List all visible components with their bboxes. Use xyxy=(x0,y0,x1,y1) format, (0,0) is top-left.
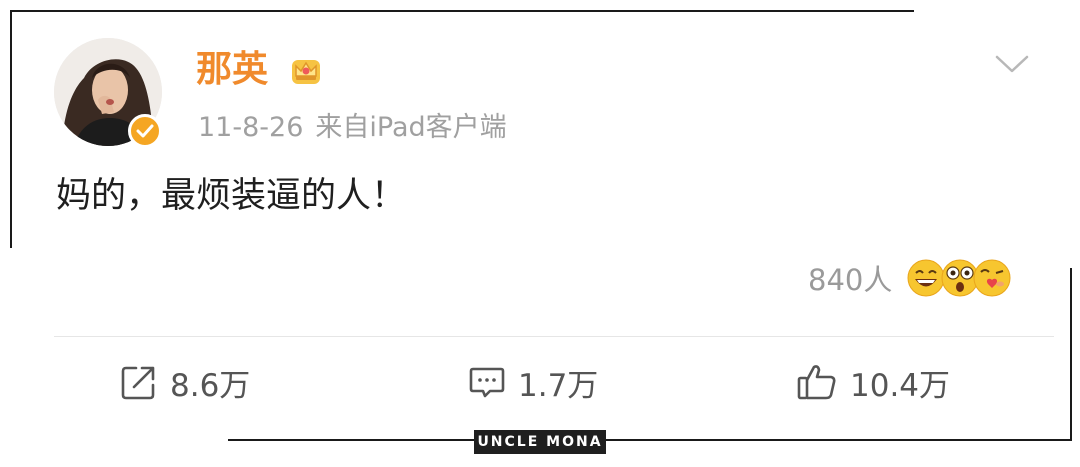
reaction-summary[interactable]: 840人 xyxy=(808,256,1014,300)
repost-count: 8.6万 xyxy=(170,367,251,404)
repost-icon xyxy=(121,366,155,400)
post-date: 11-8-26 xyxy=(198,112,304,143)
reaction-count: 840人 xyxy=(808,263,893,297)
repost-button[interactable]: 8.6万 xyxy=(120,358,250,406)
comment-count: 1.7万 xyxy=(518,367,599,404)
chevron-down-icon[interactable] xyxy=(994,52,1030,76)
frame-line-bottom xyxy=(228,439,1072,441)
comment-button[interactable]: 1.7万 xyxy=(468,358,598,406)
comment-icon xyxy=(469,367,505,398)
action-bar-divider xyxy=(54,336,1054,337)
kiss-emoji-icon xyxy=(973,259,1011,297)
like-button[interactable]: 10.4万 xyxy=(796,358,950,406)
reaction-emojis xyxy=(906,256,1014,300)
username[interactable]: 那英 xyxy=(196,48,268,92)
crown-icon xyxy=(292,60,320,84)
post-text: 妈的，最烦装逼的人！ xyxy=(56,176,407,216)
frame-line-right xyxy=(1070,268,1072,440)
post-source[interactable]: 来自iPad客户端 xyxy=(315,112,506,143)
verified-badge-icon xyxy=(128,114,162,148)
watermark-label: UNCLE MONA xyxy=(474,430,606,454)
frame-line-top xyxy=(10,10,914,12)
like-count: 10.4万 xyxy=(850,367,951,404)
frame-line-left xyxy=(10,10,12,248)
thumbs-up-icon xyxy=(797,365,836,400)
post-meta: 11-8-26 来自iPad客户端 xyxy=(198,110,507,146)
